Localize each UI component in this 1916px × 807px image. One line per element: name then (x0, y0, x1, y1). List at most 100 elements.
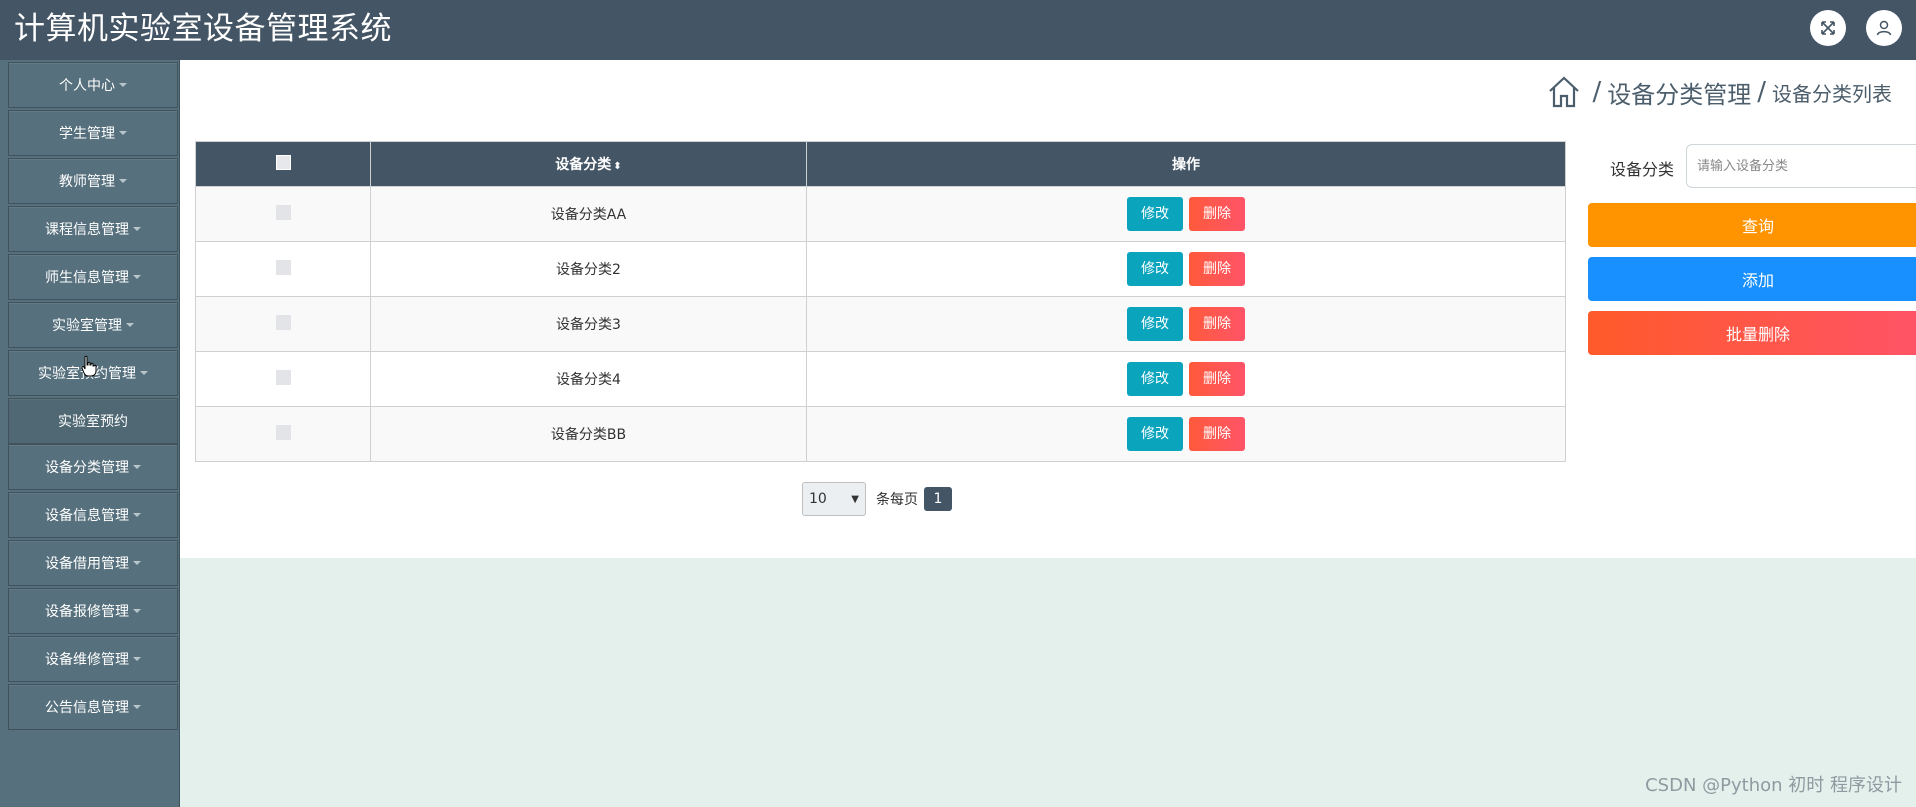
sidebar-item-equipment-report-management[interactable]: 设备报修管理 (8, 588, 178, 634)
sidebar-item-label: 设备分类管理 (45, 460, 129, 476)
user-icon-glyph (1876, 20, 1892, 36)
hand-cursor-icon (81, 355, 97, 377)
query-button[interactable]: 查询 (1588, 203, 1916, 247)
sidebar-item-equipment-borrow-management[interactable]: 设备借用管理 (8, 540, 178, 586)
sidebar-item-lab-management[interactable]: 实验室管理 (8, 302, 178, 348)
category-cell: 设备分类AA (370, 186, 807, 242)
sidebar-item-notice-management[interactable]: 公告信息管理 (8, 684, 178, 730)
sidebar-item-label: 设备报修管理 (45, 604, 129, 620)
chevron-down-icon (133, 609, 141, 613)
table-header-row: 设备分类 ⬍ 操作 (195, 141, 1566, 187)
delete-button[interactable]: 删除 (1189, 417, 1245, 451)
category-cell: 设备分类BB (370, 406, 807, 462)
edit-button[interactable]: 修改 (1127, 307, 1183, 341)
sidebar-item-equipment-repair-management[interactable]: 设备维修管理 (8, 636, 178, 682)
delete-button[interactable]: 删除 (1189, 252, 1245, 286)
delete-button[interactable]: 删除 (1189, 362, 1245, 396)
actions-cell: 修改 删除 (806, 406, 1566, 462)
row-checkbox-cell (195, 296, 371, 352)
sidebar-item-teacher-student-management[interactable]: 师生信息管理 (8, 254, 178, 300)
edit-button[interactable]: 修改 (1127, 362, 1183, 396)
breadcrumb-separator: / (1757, 77, 1766, 107)
edit-button[interactable]: 修改 (1127, 417, 1183, 451)
category-header[interactable]: 设备分类 ⬍ (370, 141, 807, 187)
chevron-down-icon (133, 561, 141, 565)
chevron-down-icon (133, 705, 141, 709)
row-checkbox-cell (195, 406, 371, 462)
page-number-button[interactable]: 1 (924, 487, 952, 511)
per-page-label: 条每页 (876, 492, 918, 508)
top-bar: 计算机实验室设备管理系统 (0, 0, 1916, 60)
breadcrumb-section[interactable]: 设备分类管理 (1607, 75, 1751, 110)
select-all-checkbox[interactable] (275, 154, 291, 170)
delete-button[interactable]: 删除 (1189, 307, 1245, 341)
chevron-down-icon (119, 179, 127, 183)
sidebar-item-label: 教师管理 (59, 174, 115, 190)
table-row: 设备分类4 修改 删除 (195, 351, 1566, 407)
row-checkbox[interactable] (275, 369, 291, 385)
sidebar-item-course-management[interactable]: 课程信息管理 (8, 206, 178, 252)
actions-cell: 修改 删除 (806, 241, 1566, 297)
chevron-down-icon (133, 275, 141, 279)
row-checkbox[interactable] (275, 204, 291, 220)
actions-cell: 修改 删除 (806, 351, 1566, 407)
sidebar-item-label: 设备维修管理 (45, 652, 129, 668)
sort-icon[interactable]: ⬍ (613, 161, 621, 172)
sidebar: 个人中心 学生管理 教师管理 课程信息管理 师生信息管理 实验室管理 实验室预约… (0, 60, 180, 807)
actions-header: 操作 (806, 141, 1566, 187)
category-search-input[interactable] (1686, 144, 1916, 188)
search-label: 设备分类 (1610, 160, 1675, 179)
sidebar-item-label: 设备信息管理 (45, 508, 129, 524)
breadcrumb: / 设备分类管理 / 设备分类列表 (1546, 74, 1892, 110)
delete-button[interactable]: 删除 (1189, 197, 1245, 231)
row-checkbox[interactable] (275, 314, 291, 330)
chevron-down-icon (133, 657, 141, 661)
user-icon[interactable] (1866, 10, 1902, 46)
select-all-header (195, 141, 371, 187)
chevron-down-icon: ▼ (851, 493, 859, 505)
home-icon[interactable] (1546, 74, 1582, 110)
row-checkbox-cell (195, 241, 371, 297)
row-checkbox[interactable] (275, 424, 291, 440)
sidebar-item-equipment-category-management[interactable]: 设备分类管理 (8, 444, 178, 490)
sidebar-item-student-management[interactable]: 学生管理 (8, 110, 178, 156)
sidebar-item-label: 学生管理 (59, 126, 115, 142)
category-cell: 设备分类4 (370, 351, 807, 407)
table-row: 设备分类3 修改 删除 (195, 296, 1566, 352)
sidebar-item-equipment-info-management[interactable]: 设备信息管理 (8, 492, 178, 538)
category-cell: 设备分类3 (370, 296, 807, 352)
sidebar-item-label: 师生信息管理 (45, 270, 129, 286)
main-content: / 设备分类管理 / 设备分类列表 设备分类⬍ 操作 设备分类AA 修改删除 (180, 60, 1916, 558)
add-button[interactable]: 添加 (1588, 257, 1916, 301)
edit-button[interactable]: 修改 (1127, 197, 1183, 231)
expand-icon[interactable] (1810, 10, 1846, 46)
row-checkbox-cell (195, 351, 371, 407)
breadcrumb-current: 设备分类列表 (1772, 81, 1892, 106)
actions-cell: 修改 删除 (806, 186, 1566, 242)
expand-icon-glyph (1821, 21, 1835, 35)
page-size-select[interactable]: 10 ▼ (802, 482, 866, 516)
category-cell: 设备分类2 (370, 241, 807, 297)
sidebar-item-label: 实验室管理 (52, 318, 122, 334)
table-row: 设备分类AA 修改 删除 (195, 186, 1566, 242)
pagination: 10 ▼ 条每页 1 (802, 482, 952, 516)
breadcrumb-separator: / (1592, 77, 1602, 107)
sidebar-item-teacher-management[interactable]: 教师管理 (8, 158, 178, 204)
chevron-down-icon (133, 513, 141, 517)
chevron-down-icon (133, 227, 141, 231)
sidebar-item-personal-center[interactable]: 个人中心 (8, 62, 178, 108)
sidebar-item-lab-booking[interactable]: 实验室预约 (8, 398, 178, 444)
chevron-down-icon (140, 371, 148, 375)
page-size-value: 10 (809, 491, 827, 507)
row-checkbox[interactable] (275, 259, 291, 275)
watermark: CSDN @Python 初时 程序设计 (1645, 775, 1902, 796)
app-title: 计算机实验室设备管理系统 (14, 11, 392, 47)
category-header-label: 设备分类 (555, 157, 612, 173)
chevron-down-icon (133, 465, 141, 469)
edit-button[interactable]: 修改 (1127, 252, 1183, 286)
sidebar-item-label: 实验室预约 (58, 414, 128, 430)
table-row: 设备分类2 修改 删除 (195, 241, 1566, 297)
batch-delete-button[interactable]: 批量删除 (1588, 311, 1916, 355)
category-table: 设备分类⬍ 操作 设备分类AA 修改删除 设备分类2 修改删除 设备分类3 (195, 141, 1566, 462)
chevron-down-icon (119, 83, 127, 87)
